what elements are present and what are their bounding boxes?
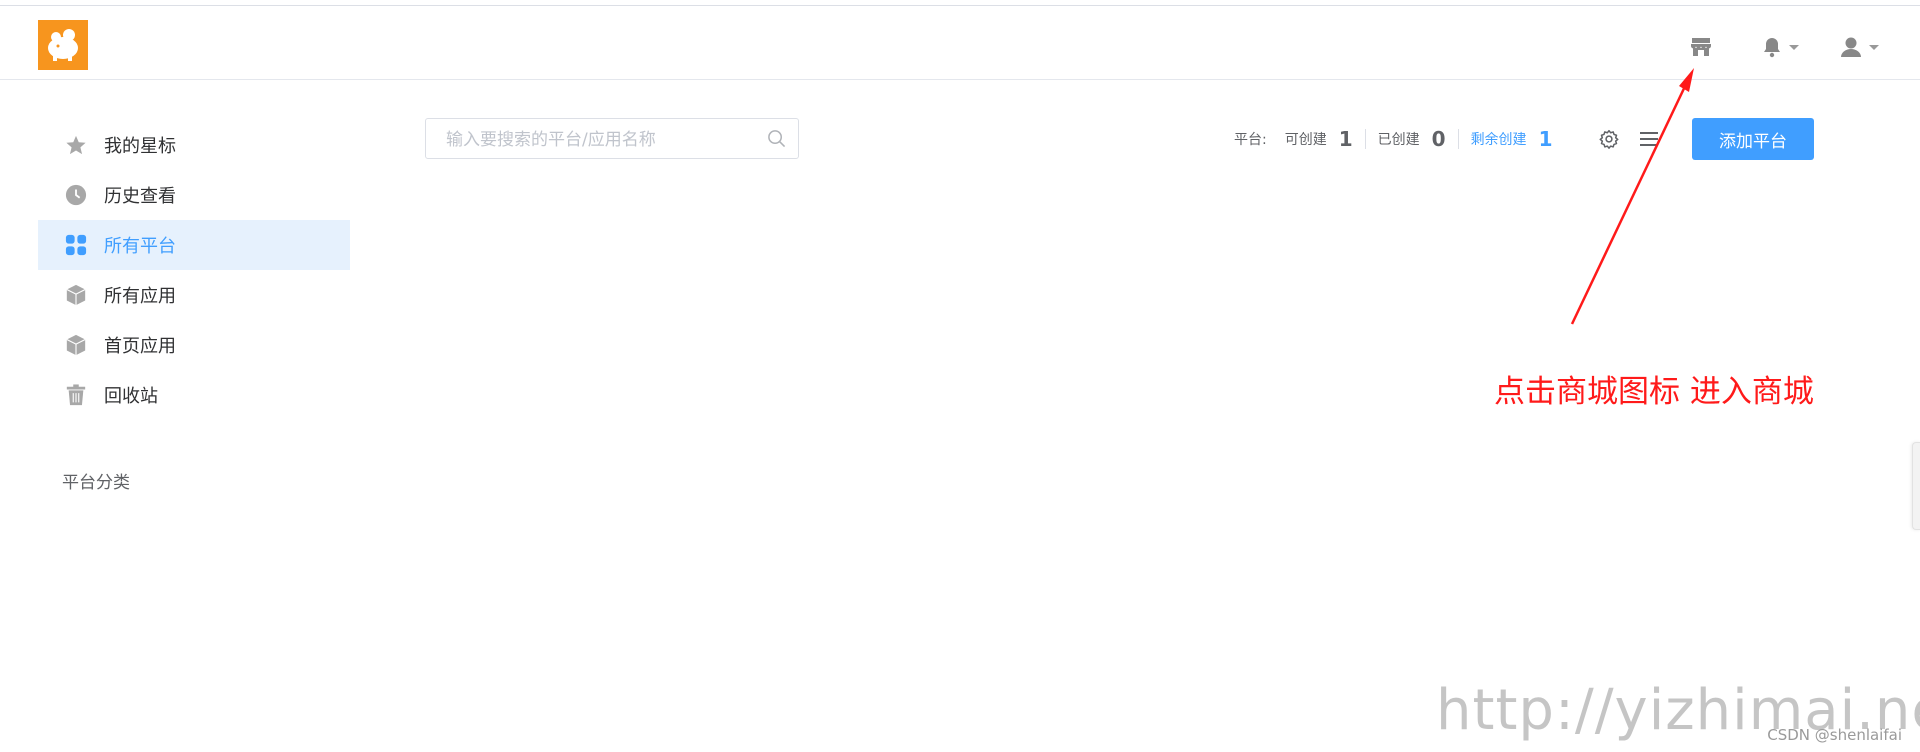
- can-create-value: 1: [1338, 127, 1353, 151]
- header-bar: [0, 6, 1920, 80]
- cube-icon: [64, 283, 88, 307]
- annotation-text: 点击商城图标 进入商城: [1494, 374, 1814, 410]
- sidebar-item-label: 回收站: [104, 386, 158, 407]
- search-box: [425, 118, 799, 160]
- divider: [1457, 129, 1459, 149]
- star-icon: [64, 133, 88, 157]
- chevron-down-icon: [1789, 44, 1799, 50]
- search-input[interactable]: [444, 119, 768, 160]
- sidebar-item-history[interactable]: 历史查看: [38, 170, 350, 220]
- app-logo[interactable]: [38, 20, 88, 70]
- store-button[interactable]: [1690, 34, 1712, 60]
- platform-category-heading: 平台分类: [62, 473, 130, 493]
- watermark-credit: CSDN @shenlaifai: [1767, 726, 1902, 744]
- sidebar: 我的星标 历史查看 所有平台 所有应用 首页应用 回收站: [38, 120, 350, 420]
- sidebar-item-starred[interactable]: 我的星标: [38, 120, 350, 170]
- remaining-label: 剩余创建: [1470, 132, 1527, 148]
- list-view-button[interactable]: [1638, 128, 1660, 150]
- bell-icon: [1764, 38, 1780, 58]
- clock-icon: [64, 183, 88, 207]
- sidebar-item-label: 我的星标: [104, 136, 176, 157]
- created-value: 0: [1431, 127, 1446, 151]
- search-icon[interactable]: [767, 129, 786, 152]
- sidebar-item-home-apps[interactable]: 首页应用: [38, 320, 350, 370]
- sidebar-item-label: 历史查看: [104, 186, 176, 207]
- sidebar-item-label: 所有应用: [104, 286, 176, 307]
- remaining-value: 1: [1538, 127, 1553, 151]
- can-create-label: 可创建: [1284, 132, 1327, 148]
- divider: [1364, 129, 1366, 149]
- user-icon: [1841, 37, 1861, 57]
- piggy-logo-icon: [38, 20, 88, 70]
- store-icon: [1691, 38, 1711, 56]
- chevron-down-icon: [1869, 44, 1879, 50]
- gear-icon: [1599, 129, 1619, 149]
- sidebar-item-all-apps[interactable]: 所有应用: [38, 270, 350, 320]
- trash-icon: [64, 383, 88, 407]
- platform-stats: 平台: 可创建 1 已创建 0 剩余创建 1: [1234, 120, 1552, 158]
- stats-prefix: 平台:: [1234, 132, 1267, 148]
- created-label: 已创建: [1377, 132, 1420, 148]
- sidebar-item-recycle-bin[interactable]: 回收站: [38, 370, 350, 420]
- cube-icon: [64, 333, 88, 357]
- add-platform-button[interactable]: 添加平台: [1692, 118, 1814, 160]
- list-icon: [1640, 132, 1658, 146]
- side-edge-tab[interactable]: [1912, 442, 1920, 530]
- sidebar-item-label: 首页应用: [104, 336, 176, 357]
- grid-icon: [64, 233, 88, 257]
- notification-menu[interactable]: [1762, 34, 1799, 60]
- settings-button[interactable]: [1598, 128, 1620, 150]
- sidebar-item-all-platforms[interactable]: 所有平台: [38, 220, 350, 270]
- sidebar-item-label: 所有平台: [104, 236, 176, 257]
- user-menu[interactable]: [1840, 34, 1879, 60]
